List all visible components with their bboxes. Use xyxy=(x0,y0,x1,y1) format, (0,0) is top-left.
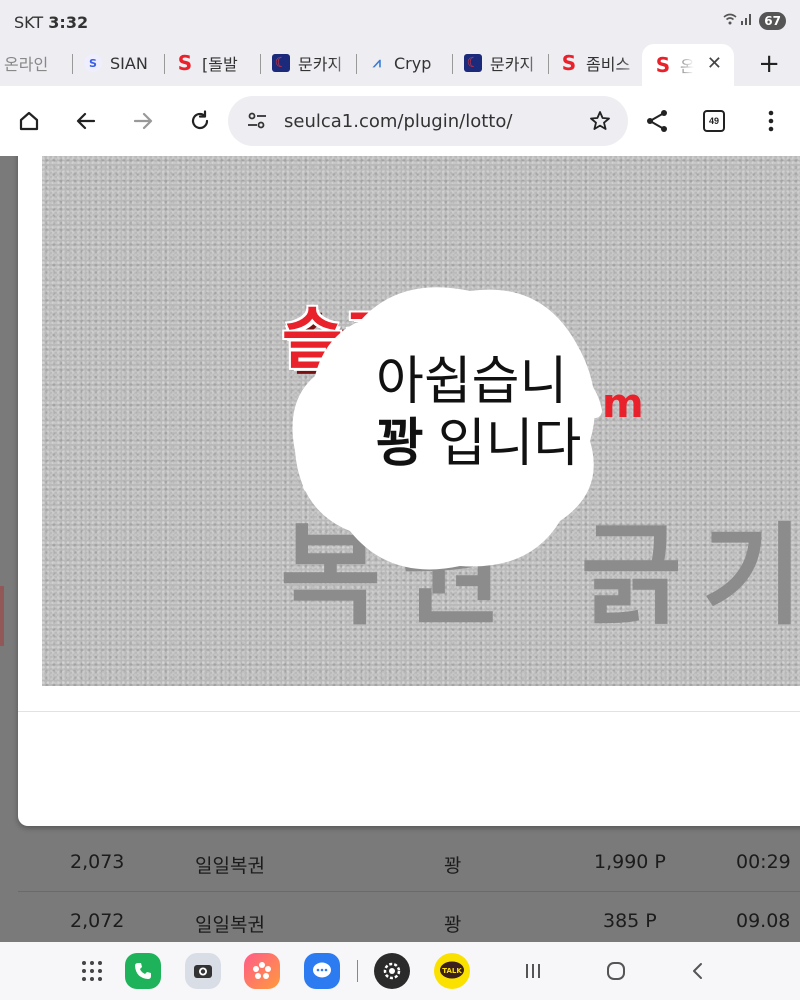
scratch-card-banner: 슬카지노 m 복권 긁기 아쉽습니 꽝입니다 xyxy=(42,156,800,686)
scratch-result-line2: 입니다 xyxy=(437,414,582,474)
row-no: 2,073 xyxy=(70,851,125,873)
row-no: 2,072 xyxy=(70,910,125,932)
tab-strip: 온라인 S SIAN S [돌발 ☾ 문카지 ⩘ Cryp ☾ 문카지 S 좀비… xyxy=(0,44,800,86)
s-logo-icon: S xyxy=(177,51,193,75)
tab-label: [돌발 xyxy=(202,55,238,74)
tab-switcher-button[interactable]: 49 xyxy=(703,110,725,132)
clock: 3:32 xyxy=(48,13,89,32)
sian-icon: S xyxy=(84,54,102,72)
crypto-icon: ⩘ xyxy=(373,55,381,71)
tab-0[interactable]: 온라인 xyxy=(0,44,72,82)
scratch-result-text: 아쉽습니 꽝 입니다 xyxy=(376,351,581,475)
status-carrier-time: SKT 3:32 xyxy=(14,13,88,32)
tab-active[interactable]: S 온 ✕ xyxy=(642,44,734,86)
tab-2[interactable]: S [돌발 xyxy=(164,44,260,82)
settings-app-icon[interactable] xyxy=(374,953,410,989)
row-time: 00:29 xyxy=(736,851,791,873)
moon-icon: ☾ xyxy=(272,54,290,72)
back-button[interactable] xyxy=(71,106,101,136)
tab-6[interactable]: S 좀비스 xyxy=(548,44,644,82)
table-row: 2,072 일일복권 꽝 385 P 09.08 xyxy=(0,892,800,942)
home-icon xyxy=(19,111,39,131)
reload-button[interactable] xyxy=(185,106,215,136)
camera-app-icon[interactable] xyxy=(185,953,221,989)
home-nav-icon[interactable] xyxy=(598,953,634,989)
scratch-result-line1: 아쉽습니 xyxy=(376,352,568,412)
app-drawer-icon[interactable] xyxy=(74,953,110,989)
arrow-left-icon xyxy=(76,112,96,130)
s-logo-icon: S xyxy=(561,51,577,75)
site-settings-icon[interactable] xyxy=(246,110,268,137)
row-result: 꽝 xyxy=(444,914,462,936)
gallery-app-icon[interactable] xyxy=(244,953,280,989)
menu-button[interactable] xyxy=(756,106,786,136)
row-time: 09.08 xyxy=(736,910,791,932)
page-content: 슬카지노 m 복권 긁기 아쉽습니 꽝입니다 2,073 일일복권 꽝 1,99… xyxy=(0,156,800,942)
scratch-result-bold: 꽝 xyxy=(376,414,424,474)
phone-app-icon[interactable] xyxy=(125,953,161,989)
status-bar: SKT 3:32 67 xyxy=(0,0,800,44)
system-nav-bar: TALK xyxy=(0,942,800,1000)
forward-button[interactable] xyxy=(128,106,158,136)
tab-label: Cryp xyxy=(394,53,432,73)
browser-toolbar: seulca1.com/plugin/lotto/ 49 xyxy=(0,86,800,156)
wifi-signal-icon xyxy=(723,12,753,30)
moon-icon: ☾ xyxy=(464,54,482,72)
table-row: 2,073 일일복권 꽝 1,990 P 00:29 xyxy=(0,833,800,891)
messages-app-icon[interactable] xyxy=(304,953,340,989)
row-result: 꽝 xyxy=(444,855,462,877)
arrow-right-icon xyxy=(133,112,153,130)
recent-apps-icon[interactable] xyxy=(515,953,551,989)
battery-indicator: 67 xyxy=(759,12,786,30)
share-button[interactable] xyxy=(642,106,672,136)
address-bar[interactable]: seulca1.com/plugin/lotto/ xyxy=(228,96,628,146)
share-icon xyxy=(647,110,667,132)
reload-icon xyxy=(191,110,209,130)
tab-4[interactable]: ⩘ Cryp xyxy=(356,44,452,82)
more-vert-icon xyxy=(768,110,774,132)
tab-3[interactable]: ☾ 문카지 xyxy=(260,44,356,82)
home-button[interactable] xyxy=(14,106,44,136)
tab-label: 온라인 xyxy=(4,55,49,74)
svg-text:TALK: TALK xyxy=(442,967,462,975)
row-type: 일일복권 xyxy=(195,914,265,936)
carrier: SKT xyxy=(14,13,44,32)
back-nav-icon[interactable] xyxy=(680,953,716,989)
close-tab-icon[interactable]: ✕ xyxy=(707,53,722,74)
row-point: 1,990 P xyxy=(594,851,666,873)
kakaotalk-app-icon[interactable]: TALK xyxy=(434,953,470,989)
url-text: seulca1.com/plugin/lotto/ xyxy=(284,111,513,132)
tab-1[interactable]: S SIAN xyxy=(72,44,164,82)
new-tab-button[interactable]: + xyxy=(758,49,780,79)
bookmark-star-icon[interactable] xyxy=(588,109,612,138)
tab-5[interactable]: ☾ 문카지 xyxy=(452,44,548,82)
lotto-result-modal: 슬카지노 m 복권 긁기 아쉽습니 꽝입니다 xyxy=(18,156,800,826)
row-point: 385 P xyxy=(603,910,657,932)
row-type: 일일복권 xyxy=(195,855,265,877)
tab-label: SIAN xyxy=(110,53,148,73)
